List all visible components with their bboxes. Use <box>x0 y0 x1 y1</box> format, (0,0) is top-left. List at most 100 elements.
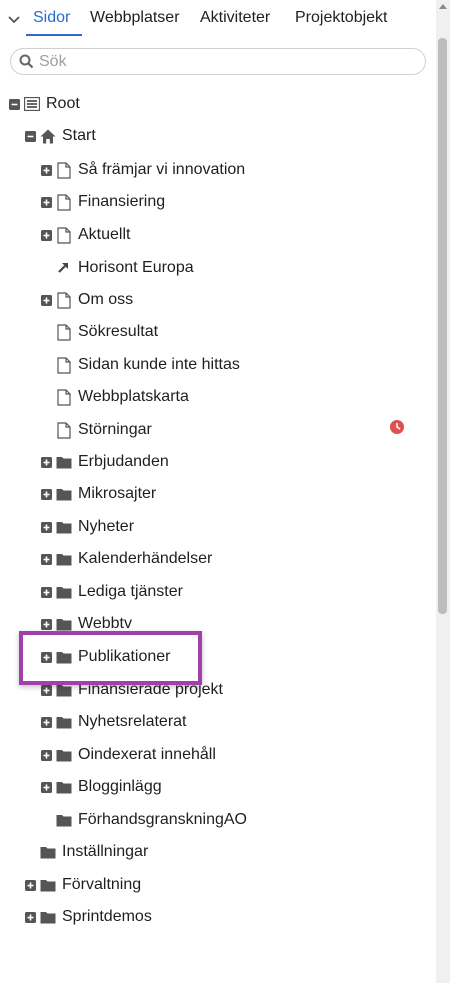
expand-plus-icon[interactable] <box>40 196 52 208</box>
search-icon <box>19 54 34 74</box>
tree-node-sa-framjar-vi-innovation[interactable]: Så främjar vi innovation <box>40 158 245 182</box>
page-icon <box>55 421 73 439</box>
tree-node-webbplatskarta[interactable]: Webbplatskarta <box>40 385 189 409</box>
tree-node-forhandsgranskningao[interactable]: FörhandsgranskningAO <box>40 808 247 832</box>
tab-aktiviteter[interactable]: Aktiviteter <box>200 9 270 27</box>
tree-node-finansiering[interactable]: Finansiering <box>40 190 165 214</box>
scroll-up-arrow-icon[interactable] <box>439 4 447 9</box>
page-icon <box>55 291 73 309</box>
tree-node-horisont-europa[interactable]: Horisont Europa <box>40 256 194 280</box>
folder-icon <box>55 485 73 503</box>
expand-plus-icon[interactable] <box>40 553 52 565</box>
tree-node-label: Horisont Europa <box>78 259 194 276</box>
page-icon <box>55 323 73 341</box>
tree-node-erbjudanden[interactable]: Erbjudanden <box>40 450 169 474</box>
search-input[interactable] <box>39 52 409 72</box>
tree-node-label: Lediga tjänster <box>78 583 183 600</box>
tree-node-label: Sökresultat <box>78 323 159 340</box>
tree-node-forvaltning[interactable]: Förvaltning <box>24 873 141 897</box>
folder-icon <box>55 778 73 796</box>
tree-node-label: Oindexerat innehåll <box>78 746 216 763</box>
page-icon <box>55 388 73 406</box>
tree-node-sidan-kunde-inte-hittas[interactable]: Sidan kunde inte hittas <box>40 353 240 377</box>
tree-node-lediga-tjanster[interactable]: Lediga tjänster <box>40 580 183 604</box>
expand-plus-icon[interactable] <box>40 521 52 533</box>
folder-icon <box>55 550 73 568</box>
tree-node-nyhetsrelaterat[interactable]: Nyhetsrelaterat <box>40 710 187 734</box>
shortcut-icon <box>55 259 73 277</box>
expand-plus-icon[interactable] <box>40 716 52 728</box>
folder-icon <box>39 908 57 926</box>
tree-node-label: Aktuellt <box>78 226 131 243</box>
scheduled-clock-icon <box>390 420 404 439</box>
collapse-minus-icon[interactable] <box>24 130 36 142</box>
collapse-minus-icon[interactable] <box>8 98 20 110</box>
tree-node-sprintdemos[interactable]: Sprintdemos <box>24 905 152 929</box>
tree-node-label: Blogginlägg <box>78 778 162 795</box>
expand-plus-icon[interactable] <box>24 879 36 891</box>
tree-node-start[interactable]: Start <box>24 124 96 148</box>
page-icon <box>55 356 73 374</box>
tree-node-label: Förvaltning <box>62 876 142 893</box>
tree-node-label: Webbplatskarta <box>78 388 189 405</box>
expand-plus-icon[interactable] <box>40 618 52 630</box>
folder-icon <box>55 453 73 471</box>
tree-node-label: Nyheter <box>78 518 135 535</box>
expand-plus-icon[interactable] <box>40 684 52 696</box>
tree-node-sokresultat[interactable]: Sökresultat <box>40 320 158 344</box>
tree-node-installningar[interactable]: Inställningar <box>24 840 148 864</box>
root-list-icon <box>23 95 41 113</box>
scrollbar-thumb[interactable] <box>438 38 447 614</box>
page-icon <box>55 161 73 179</box>
expand-plus-icon[interactable] <box>40 749 52 761</box>
tab-sidor[interactable]: Sidor <box>33 9 70 27</box>
expand-plus-icon[interactable] <box>40 229 52 241</box>
tab-projektobjekt[interactable]: Projektobjekt <box>295 9 388 27</box>
tree-node-label: Sprintdemos <box>62 908 152 925</box>
expand-plus-icon[interactable] <box>40 586 52 598</box>
tree-node-nyheter[interactable]: Nyheter <box>40 515 134 539</box>
folder-icon <box>55 518 73 536</box>
expand-plus-icon[interactable] <box>40 294 52 306</box>
tree-node-om-oss[interactable]: Om oss <box>40 288 133 312</box>
expand-plus-icon[interactable] <box>40 488 52 500</box>
search-box <box>10 48 426 75</box>
folder-icon <box>55 746 73 764</box>
tree-node-mikrosajter[interactable]: Mikrosajter <box>40 482 156 506</box>
tree-node-oindexerat-innehall[interactable]: Oindexerat innehåll <box>40 743 216 767</box>
tab-webbplatser[interactable]: Webbplatser <box>90 9 180 27</box>
tree-node-kalenderhandelser[interactable]: Kalenderhändelser <box>40 547 212 571</box>
tab-bar: Sidor Webbplatser Aktiviteter Projektobj… <box>0 0 434 40</box>
folder-icon <box>55 811 73 829</box>
highlight-annotation-box <box>19 631 202 685</box>
tree-node-label: Erbjudanden <box>78 453 169 470</box>
chevron-down-icon[interactable] <box>6 12 22 28</box>
page-icon <box>55 226 73 244</box>
tree-node-aktuellt[interactable]: Aktuellt <box>40 223 130 247</box>
tree-node-storningar[interactable]: Störningar <box>40 418 152 442</box>
expand-plus-icon[interactable] <box>40 456 52 468</box>
home-icon <box>39 127 57 145</box>
scrollbar[interactable] <box>436 0 450 983</box>
page-icon <box>55 193 73 211</box>
tree-node-label: Kalenderhändelser <box>78 550 213 567</box>
expand-plus-icon[interactable] <box>40 781 52 793</box>
tree-node-label: Finansiering <box>78 193 166 210</box>
tree-node-label: Störningar <box>78 421 152 438</box>
expand-plus-icon[interactable] <box>24 911 36 923</box>
tree-node-label: Mikrosajter <box>78 485 157 502</box>
tree-node-label: Om oss <box>78 291 134 308</box>
tree-node-label: Så främjar vi innovation <box>78 161 246 178</box>
expand-plus-icon[interactable] <box>40 164 52 176</box>
tree-node-root[interactable]: Root <box>8 92 80 116</box>
folder-icon <box>55 713 73 731</box>
tree-node-label: Sidan kunde inte hittas <box>78 356 240 373</box>
active-tab-indicator <box>26 34 82 36</box>
tree-node-blogginlagg[interactable]: Blogginlägg <box>40 775 162 799</box>
